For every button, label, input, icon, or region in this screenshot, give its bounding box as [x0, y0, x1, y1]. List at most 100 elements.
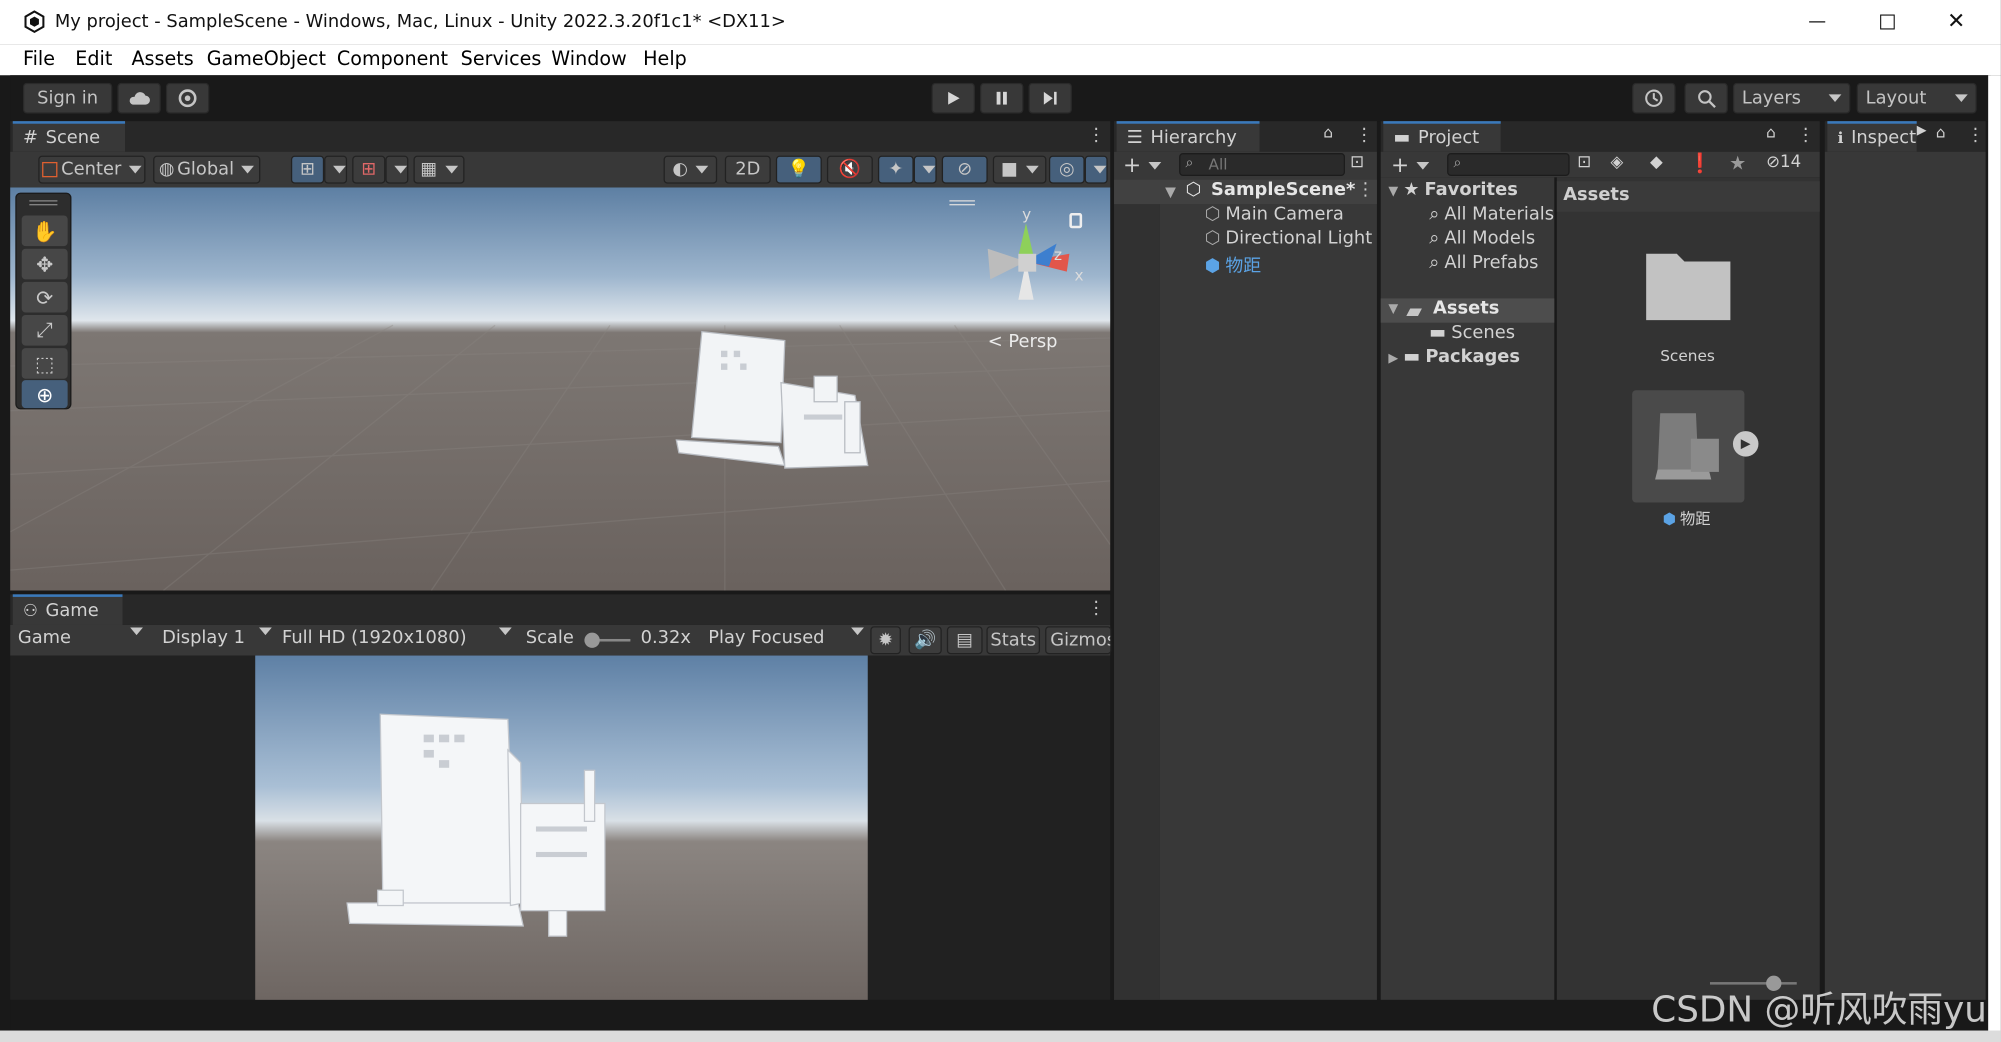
grid-snap-dropdown[interactable] [324, 155, 348, 184]
effects-dropdown[interactable] [913, 155, 937, 184]
menu-assets[interactable]: Assets [131, 47, 193, 70]
hierarchy-add-button[interactable]: + [1123, 153, 1162, 179]
scenes-folder-item[interactable]: ▬ Scenes [1429, 323, 1515, 343]
transform-tool[interactable]: ⊕ [21, 380, 68, 409]
grid-visibility-dropdown[interactable]: ▦ [413, 155, 465, 184]
search-options-icon[interactable]: ⊡ [1350, 153, 1364, 172]
toggle-2d-button[interactable]: 2D [724, 155, 771, 184]
maximize-icon[interactable]: ☐ [1863, 5, 1911, 38]
audio-toggle[interactable]: 🔇 [826, 155, 873, 184]
favorites-header[interactable]: ▼ ★ Favorites [1388, 180, 1517, 200]
aspect-button[interactable]: ▤ [946, 626, 983, 655]
favorite-item[interactable]: ⌕ All Materials [1429, 204, 1554, 224]
label-tag-icon[interactable]: ◆ [1650, 153, 1663, 172]
projection-label[interactable]: < Persp [988, 332, 1058, 352]
hidden-packages-toggle[interactable]: ⊘14 [1766, 153, 1801, 172]
menu-window[interactable]: Window [551, 47, 626, 70]
shading-mode-dropdown[interactable]: ◐ [663, 155, 718, 184]
scene-menu-kebab-icon[interactable]: ⋮ [1356, 180, 1374, 200]
project-add-button[interactable]: + [1391, 153, 1430, 179]
tab-hierarchy[interactable]: ☰ Hierarchy [1116, 121, 1260, 152]
expand-prefab-icon[interactable]: ▶ [1732, 431, 1759, 457]
game-view-dropdown[interactable]: Game [18, 627, 143, 647]
gizmos-dropdown[interactable] [1084, 155, 1108, 184]
camera-dropdown[interactable]: ■ [992, 155, 1047, 184]
gizmos-button[interactable]: Gizmos [1045, 626, 1112, 655]
prefab-asset-thumbnail[interactable] [1632, 390, 1745, 503]
history-button[interactable] [1632, 82, 1676, 114]
scene-menu-icon[interactable]: ⋮ [1087, 126, 1105, 144]
increment-snap-dropdown[interactable] [385, 155, 409, 184]
hidden-objects-toggle[interactable]: ⊘ [941, 155, 988, 184]
hierarchy-menu-icon[interactable]: ⋮ [1355, 126, 1373, 144]
scene-viewport[interactable]: y x z < Persp [10, 187, 1111, 591]
layers-dropdown[interactable]: Layers [1732, 82, 1851, 114]
layout-dropdown[interactable]: Layout [1856, 82, 1977, 114]
breadcrumb[interactable]: Assets [1563, 185, 1629, 205]
collab-button[interactable] [165, 82, 210, 114]
minimize-icon[interactable]: — [1793, 5, 1841, 38]
move-tool[interactable]: ✥ [21, 248, 68, 280]
project-lock-icon[interactable]: ⌂ [1766, 124, 1776, 142]
frame-debugger-button[interactable]: ✹ [870, 626, 901, 655]
scale-slider[interactable] [584, 632, 631, 648]
inspector-scroll-icon[interactable]: ▶ [1917, 124, 1927, 138]
hierarchy-scene-row[interactable]: ▼ ⬡ SampleScene* ⋮ [1114, 179, 1377, 205]
palette-grip-icon[interactable] [29, 200, 58, 206]
space-dropdown[interactable]: ◍ Global [153, 155, 261, 184]
game-viewport[interactable] [255, 655, 868, 1000]
menu-help[interactable]: Help [643, 47, 687, 70]
tab-inspector[interactable]: ℹ Inspector [1827, 121, 1917, 152]
assets-folder-row[interactable]: ▼ ▰ Assets [1380, 298, 1555, 323]
hierarchy-lock-icon[interactable]: ⌂ [1323, 124, 1333, 142]
rect-tool[interactable]: ⬚ [21, 348, 68, 379]
alert-icon[interactable]: ❗ [1688, 152, 1712, 175]
drag-handle-icon[interactable] [949, 200, 975, 206]
scale-tool[interactable]: ⤢ [21, 315, 68, 346]
pause-button[interactable] [980, 82, 1024, 114]
packages-folder-row[interactable]: ▶ ▬ Packages [1388, 347, 1520, 367]
step-button[interactable] [1028, 82, 1072, 114]
hierarchy-search-input[interactable]: ⌕ All [1179, 153, 1346, 177]
hierarchy-item[interactable]: ⬡ Main Camera [1205, 204, 1344, 224]
close-icon[interactable]: ✕ [1932, 5, 1980, 38]
menu-component[interactable]: Component [337, 47, 448, 70]
lighting-toggle[interactable]: 💡 [775, 155, 822, 184]
search-button[interactable] [1684, 82, 1728, 114]
gizmos-toggle[interactable]: ◎ [1048, 155, 1085, 184]
pivot-dropdown[interactable]: Center [38, 155, 146, 184]
menu-services[interactable]: Services [461, 47, 542, 70]
project-menu-icon[interactable]: ⋮ [1797, 126, 1815, 144]
search-by-type-icon[interactable]: ⊡ [1577, 153, 1591, 172]
project-search-input[interactable]: ⌕ [1447, 153, 1570, 177]
increment-snap-button[interactable]: ⊞ [352, 155, 386, 184]
grid-snap-button[interactable]: ⊞ [290, 155, 325, 184]
menu-gameobject[interactable]: GameObject [207, 47, 326, 70]
lock-icon[interactable] [1069, 212, 1083, 229]
hierarchy-item[interactable]: ⬡ Directional Light [1205, 228, 1373, 248]
favorite-item[interactable]: ⌕ All Models [1429, 228, 1535, 248]
display-dropdown[interactable]: Display 1 [162, 627, 272, 647]
inspector-lock-icon[interactable]: ⌂ [1936, 124, 1946, 142]
rotate-tool[interactable]: ⟳ [21, 281, 68, 313]
play-mode-dropdown[interactable]: Play Focused [708, 627, 864, 647]
inspector-menu-icon[interactable]: ⋮ [1966, 126, 1984, 144]
favorite-item[interactable]: ⌕ All Prefabs [1429, 253, 1538, 273]
play-button[interactable] [931, 82, 975, 114]
menu-file[interactable]: File [23, 47, 55, 70]
favorite-star-icon[interactable]: ★ [1729, 152, 1746, 175]
tab-project[interactable]: ▬ Project [1383, 121, 1501, 152]
search-by-label-icon[interactable]: ◈ [1610, 153, 1623, 172]
resolution-dropdown[interactable]: Full HD (1920x1080) [282, 627, 512, 647]
tab-game[interactable]: ⚇ Game [12, 594, 123, 625]
cloud-button[interactable] [117, 82, 161, 114]
stats-button[interactable]: Stats [986, 626, 1041, 655]
mute-audio-button[interactable]: 🔊 [908, 626, 942, 655]
tab-scene[interactable]: # Scene [12, 121, 126, 152]
sign-in-button[interactable]: Sign in [22, 82, 113, 114]
scenes-folder-asset[interactable] [1644, 246, 1733, 323]
menu-edit[interactable]: Edit [75, 47, 112, 70]
game-menu-icon[interactable]: ⋮ [1087, 599, 1105, 617]
scale-slider-thumb[interactable] [584, 632, 600, 648]
effects-toggle[interactable]: ✦ [877, 155, 914, 184]
